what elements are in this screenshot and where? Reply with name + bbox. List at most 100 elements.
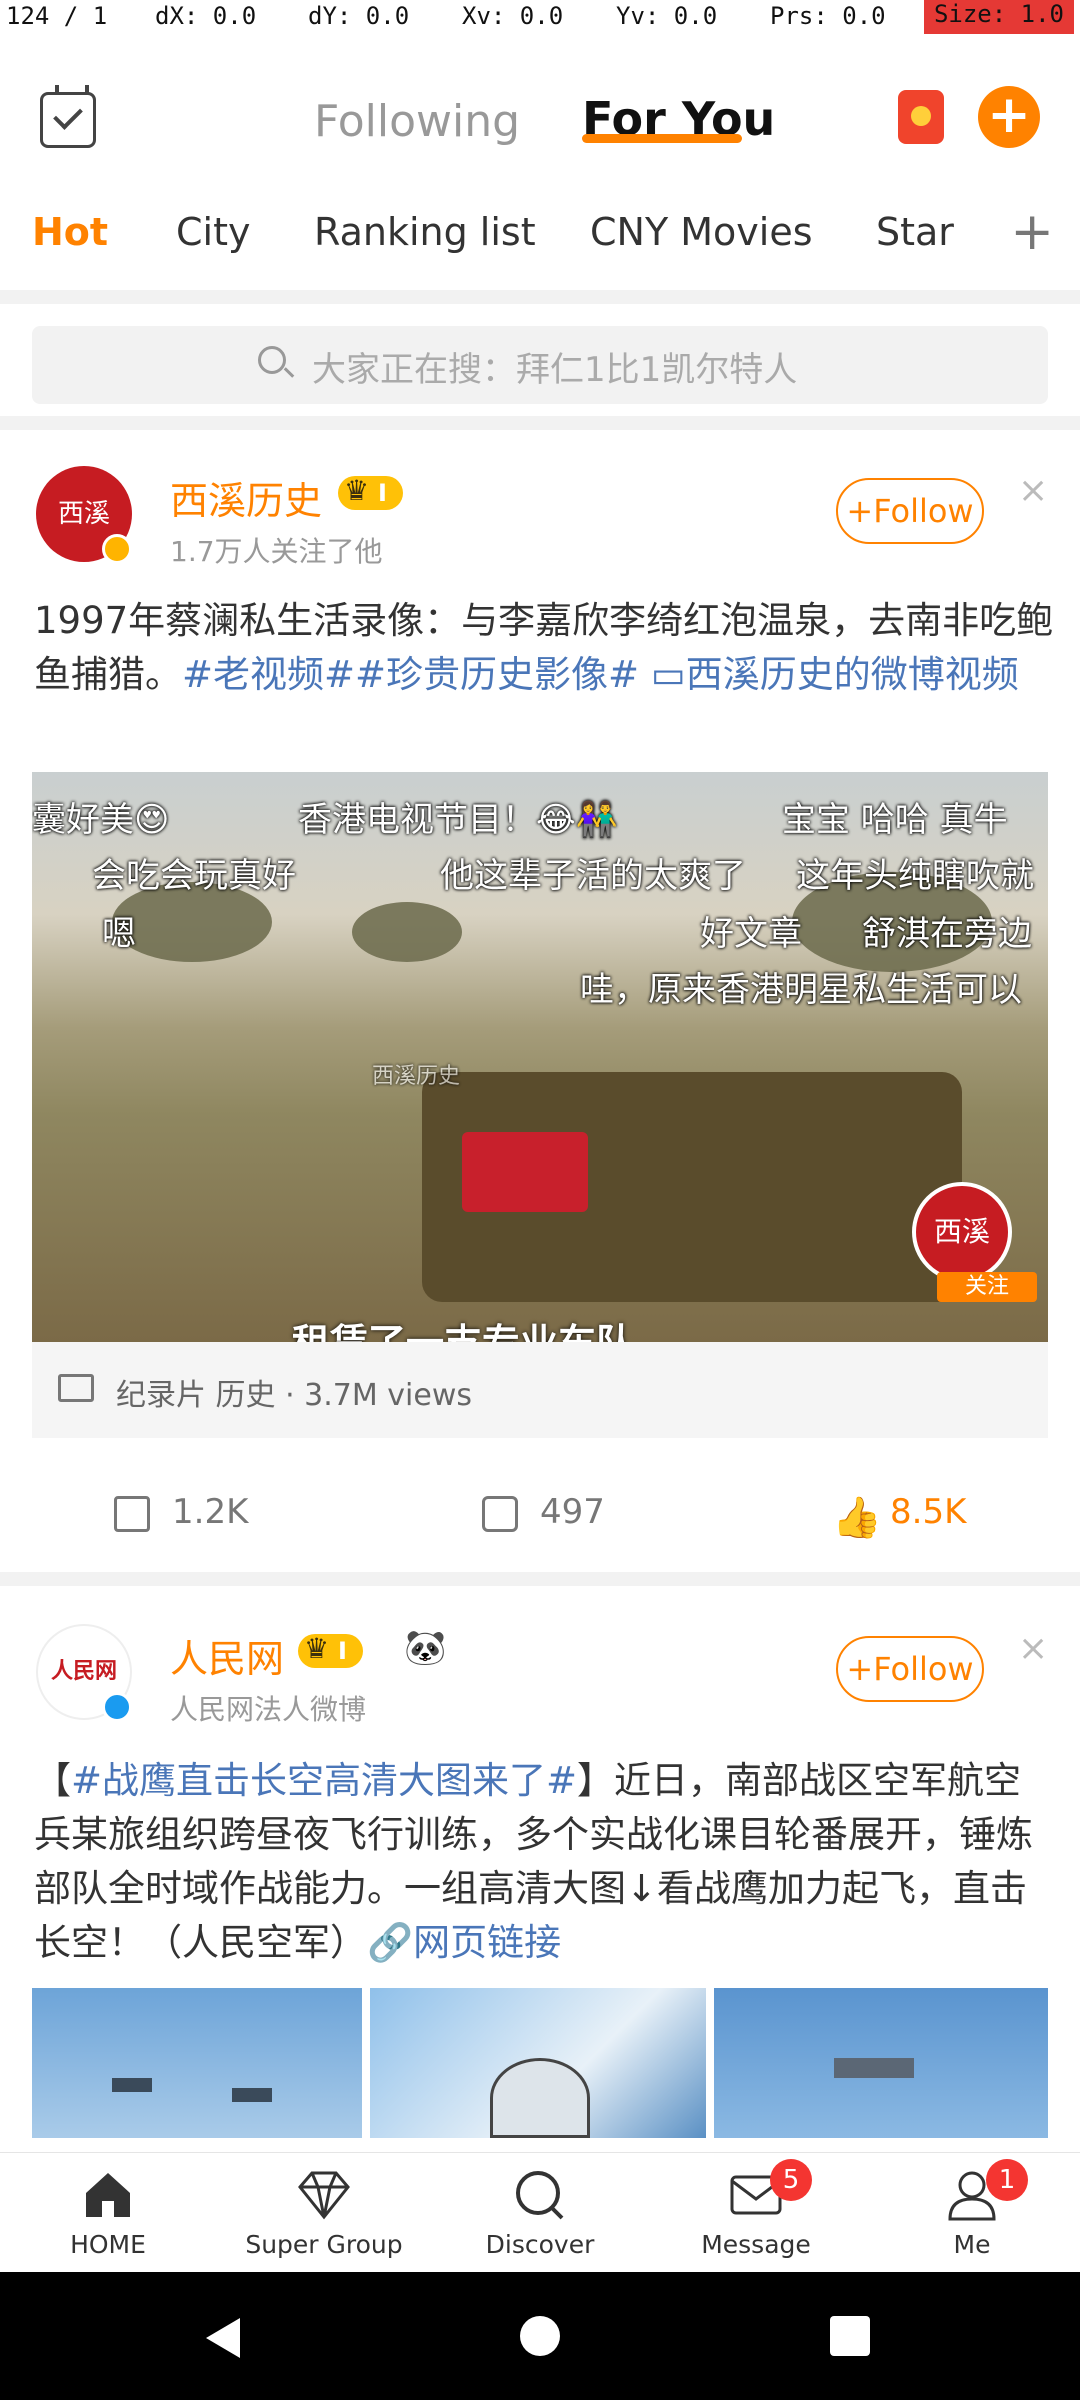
category-hot[interactable]: Hot [32, 210, 108, 254]
checkin-icon[interactable] [40, 85, 96, 148]
video-link-label: 西溪历史的微博视频 [685, 653, 1019, 696]
video-follow-button[interactable]: 关注 [937, 1272, 1037, 1302]
search-bar[interactable]: 大家正在搜：拜仁1比1凯尔特人 [32, 326, 1048, 404]
video-cooler [462, 1132, 588, 1212]
danmaku: 香港电视节目！😂👫 [298, 800, 619, 840]
danmaku: 会吃会玩真好 [92, 856, 296, 896]
category-star[interactable]: Star [876, 210, 954, 254]
post-actions: 1.2K 497 👍 8.5K [0, 1470, 1080, 1566]
category-tabs: Hot City Ranking list CNY Movies Star + [0, 186, 1080, 284]
search-icon [258, 346, 286, 374]
debug-xv: Xv: 0.0 [462, 2, 564, 30]
verified-badge-icon [102, 1692, 132, 1722]
video-icon [58, 1374, 94, 1402]
video-tree [352, 902, 462, 962]
danmaku: 这年头纯瞎吹就 [796, 856, 1034, 896]
post-image[interactable] [714, 1988, 1048, 2138]
repost-icon[interactable] [114, 1496, 150, 1532]
post-image[interactable] [370, 1988, 706, 2138]
nav-home[interactable]: HOME [0, 2153, 216, 2271]
danmaku: 宝宝 哈哈 真牛 [782, 800, 1008, 840]
recents-icon[interactable] [830, 2316, 870, 2356]
video-player[interactable]: 囊好美😍 香港电视节目！😂👫 宝宝 哈哈 真牛 会吃会玩真好 他这辈子活的太爽了… [32, 772, 1048, 1342]
search-icon [516, 2171, 564, 2220]
jet-shape [834, 2058, 914, 2078]
danmaku: 囊好美😍 [32, 800, 170, 840]
post-text: 【#战鹰直击长空高清大图来了#】近日，南部战区空军航空兵某旅组织跨昼夜飞行训练，… [34, 1754, 1054, 1970]
divider [0, 416, 1080, 430]
comment-icon[interactable] [482, 1496, 518, 1532]
category-cny-movies[interactable]: CNY Movies [590, 210, 813, 254]
debug-dy: dY: 0.0 [308, 2, 410, 30]
divider [0, 1572, 1080, 1586]
back-icon[interactable] [206, 2318, 240, 2358]
diamond-icon [298, 2171, 350, 2220]
danmaku: 舒淇在旁边 [862, 914, 1032, 954]
danmaku: 哇，原来香港明星私生活可以 [580, 970, 1022, 1010]
comment-count[interactable]: 497 [540, 1492, 605, 1532]
like-count[interactable]: 8.5K [890, 1492, 966, 1532]
system-navigation-bar [0, 2272, 1080, 2400]
jet-shape [112, 2078, 152, 2092]
follow-button[interactable]: +Follow [836, 1636, 984, 1702]
video-meta-text: 纪录片 历史 · 3.7M views [116, 1378, 472, 1413]
post-author-name[interactable]: 西溪历史 [170, 470, 322, 525]
follow-button[interactable]: +Follow [836, 478, 984, 544]
nav-message[interactable]: 5 Message [648, 2153, 864, 2271]
post-author-followers: 1.7万人关注了他 [170, 535, 383, 568]
verified-badge-icon [102, 534, 132, 564]
nav-home-label: HOME [70, 2230, 146, 2259]
debug-yv: Yv: 0.0 [616, 2, 718, 30]
nav-discover[interactable]: Discover [432, 2153, 648, 2271]
web-link[interactable]: 🔗网页链接 [367, 1921, 561, 1964]
close-icon[interactable]: × [1018, 470, 1048, 511]
nav-super-group-label: Super Group [245, 2230, 403, 2259]
jet-canopy-shape [490, 2058, 590, 2138]
category-add-button[interactable]: + [1010, 202, 1054, 262]
compose-button[interactable]: + [978, 86, 1040, 148]
vip-badge: I [338, 474, 403, 510]
danmaku: 嗯 [102, 914, 136, 954]
repost-count[interactable]: 1.2K [172, 1492, 248, 1532]
post-author-name[interactable]: 人民网 [170, 1628, 284, 1683]
debug-size: Size: 1.0 [923, 0, 1074, 34]
post-text: 1997年蔡澜私生活录像：与李嘉欣李绮红泡温泉，去南非吃鲍鱼捕猎。#老视频##珍… [34, 594, 1054, 702]
hashtag-link[interactable]: #战鹰直击长空高清大图来了# [71, 1759, 577, 1802]
nav-me[interactable]: 1 Me [864, 2153, 1080, 2271]
web-link-label: 网页链接 [413, 1921, 562, 1964]
post-text-prefix: 【 [34, 1759, 71, 1802]
like-icon[interactable]: 👍 [832, 1494, 882, 1541]
home-button-icon[interactable] [520, 2316, 560, 2356]
debug-dx: dX: 0.0 [155, 2, 257, 30]
video-meta: 纪录片 历史 · 3.7M views [32, 1342, 1048, 1438]
vip-badge: I [298, 1632, 363, 1668]
debug-prs: Prs: 0.0 [770, 2, 886, 30]
tab-following[interactable]: Following [314, 96, 520, 147]
danmaku: 他这辈子活的太爽了 [440, 856, 746, 896]
bottom-navigation: HOME Super Group Discover 5 Message 1 Me [0, 2152, 1080, 2270]
hashtag-link[interactable]: #老视频##珍贵历史影像# [182, 653, 639, 696]
home-icon [86, 2173, 130, 2217]
post-image[interactable] [32, 1988, 362, 2138]
nav-me-label: Me [953, 2230, 991, 2259]
search-input[interactable]: 大家正在搜：拜仁1比1凯尔特人 [312, 342, 797, 391]
panda-icon: 🐼 [404, 1628, 447, 1668]
video-channel-logo[interactable]: 西溪 [912, 1182, 1012, 1282]
debug-overlay: 124 / 1 dX: 0.0 dY: 0.0 Xv: 0.0 Yv: 0.0 … [0, 0, 1080, 34]
message-badge: 5 [770, 2159, 812, 2201]
nav-super-group[interactable]: Super Group [216, 2153, 432, 2271]
red-packet-icon[interactable] [898, 90, 944, 144]
me-badge: 1 [986, 2159, 1028, 2201]
close-icon[interactable]: × [1018, 1628, 1048, 1669]
category-city[interactable]: City [176, 210, 250, 254]
nav-discover-label: Discover [485, 2230, 595, 2259]
debug-pointer: 124 / 1 [6, 2, 108, 30]
video-watermark: 西溪历史 [372, 1064, 461, 1089]
for-you-underline [582, 134, 742, 143]
danmaku: 好文章 [700, 914, 802, 954]
divider [0, 290, 1080, 304]
category-ranking-list[interactable]: Ranking list [314, 210, 536, 254]
video-link[interactable]: ▭西溪历史的微博视频 [651, 653, 1019, 696]
post-author-subtitle: 人民网法人微博 [170, 1693, 367, 1726]
jet-shape [232, 2088, 272, 2102]
